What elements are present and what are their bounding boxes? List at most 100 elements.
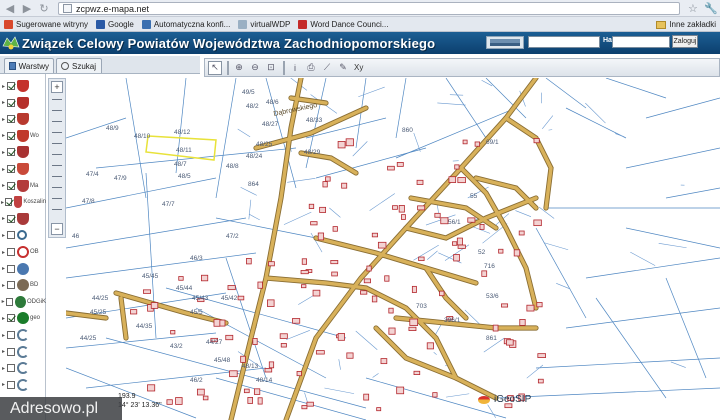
layer-item[interactable]: ▸ bbox=[0, 144, 46, 160]
address-bar[interactable]: zcpwz.e-mapa.net bbox=[58, 2, 680, 15]
layer-checkbox[interactable] bbox=[7, 98, 15, 107]
pointer-icon[interactable]: ↖ bbox=[208, 60, 222, 75]
zoom-out-icon[interactable]: ⊖ bbox=[248, 61, 262, 75]
zoom-level-tick[interactable] bbox=[52, 165, 62, 166]
layer-item[interactable]: ▸ Ma bbox=[0, 178, 46, 194]
zoom-level-tick[interactable] bbox=[52, 209, 62, 210]
other-bookmarks[interactable]: Inne zakładki bbox=[656, 20, 716, 29]
expand-arrow-icon[interactable]: ▸ bbox=[0, 365, 7, 372]
expand-arrow-icon[interactable]: ▸ bbox=[0, 215, 7, 222]
layer-item[interactable]: ▸ Koszalin bbox=[0, 194, 46, 210]
layer-item[interactable]: ▸ bbox=[0, 161, 46, 177]
layer-item[interactable]: ▸ bbox=[0, 227, 46, 243]
expand-arrow-icon[interactable]: ▸ bbox=[0, 232, 7, 239]
layer-checkbox[interactable] bbox=[7, 131, 15, 140]
bookmark-item[interactable]: Automatyczna konfi... bbox=[141, 19, 230, 29]
forward-icon[interactable]: ▶ bbox=[20, 1, 34, 15]
zoom-in-button[interactable]: + bbox=[51, 81, 63, 93]
layer-item[interactable]: ▸ bbox=[0, 360, 46, 376]
back-icon[interactable]: ◀ bbox=[3, 1, 17, 15]
layer-item[interactable]: ▸ Wo bbox=[0, 128, 46, 144]
layer-checkbox[interactable] bbox=[7, 380, 15, 389]
zoom-level-tick[interactable] bbox=[52, 154, 62, 155]
zoom-in-icon[interactable]: ⊕ bbox=[232, 61, 246, 75]
layer-checkbox[interactable] bbox=[7, 314, 15, 323]
layer-checkbox[interactable] bbox=[7, 231, 15, 240]
layer-checkbox[interactable] bbox=[7, 148, 15, 157]
expand-arrow-icon[interactable]: ▸ bbox=[0, 182, 7, 189]
layer-checkbox[interactable] bbox=[7, 82, 15, 90]
bookmark-item[interactable]: Sugerowane witryny bbox=[4, 19, 88, 29]
expand-arrow-icon[interactable]: ▸ bbox=[0, 332, 7, 339]
expand-arrow-icon[interactable]: ▸ bbox=[0, 99, 7, 106]
zoom-level-tick[interactable] bbox=[52, 99, 62, 100]
password-input[interactable] bbox=[612, 36, 670, 48]
wrench-icon[interactable]: 🔧 bbox=[704, 2, 718, 15]
layer-item[interactable]: ▸ bbox=[0, 377, 46, 393]
zoom-level-tick[interactable] bbox=[52, 187, 62, 188]
expand-arrow-icon[interactable]: ▸ bbox=[0, 265, 7, 272]
expand-arrow-icon[interactable]: ▸ bbox=[0, 381, 7, 388]
bookmark-item[interactable]: Word Dance Counci... bbox=[298, 19, 388, 29]
layer-item[interactable]: ▸ bbox=[0, 111, 46, 127]
expand-arrow-icon[interactable]: ▸ bbox=[0, 249, 7, 256]
expand-arrow-icon[interactable]: ▸ bbox=[0, 132, 7, 139]
layer-checkbox[interactable] bbox=[7, 165, 15, 173]
map-canvas[interactable]: 48/9 48/10 48/12 48/11 48/7 48/5 47/4 47/9 47/8 4… bbox=[66, 78, 720, 420]
zoom-level-tick[interactable] bbox=[52, 176, 62, 177]
layer-checkbox[interactable] bbox=[7, 281, 15, 290]
pencil-icon[interactable]: ✎ bbox=[336, 61, 350, 75]
expand-arrow-icon[interactable]: ▸ bbox=[0, 116, 7, 123]
bookmark-item[interactable]: Google bbox=[96, 19, 134, 29]
map-view[interactable]: 48/9 48/10 48/12 48/11 48/7 48/5 47/4 47/9 47/8 4… bbox=[66, 78, 720, 420]
expand-arrow-icon[interactable]: ▸ bbox=[0, 149, 7, 156]
zoom-extent-icon[interactable]: ⊡ bbox=[264, 61, 278, 75]
layer-item[interactable]: ▸ bbox=[0, 327, 46, 343]
username-input[interactable] bbox=[528, 36, 600, 48]
bookmark-item[interactable]: virtualWDP bbox=[238, 19, 290, 29]
zoom-slider[interactable]: + − bbox=[48, 78, 66, 238]
layer-checkbox[interactable] bbox=[6, 297, 14, 306]
layer-checkbox[interactable] bbox=[7, 115, 15, 124]
parcel-boundary bbox=[545, 78, 587, 109]
expand-arrow-icon[interactable]: ▸ bbox=[0, 282, 7, 289]
reload-icon[interactable]: ↻ bbox=[37, 1, 51, 15]
layer-checkbox[interactable] bbox=[7, 347, 15, 356]
layer-item[interactable]: ▸ ODGiK bbox=[0, 294, 46, 310]
layer-item[interactable]: ▸ bbox=[0, 211, 46, 227]
layer-checkbox[interactable] bbox=[7, 214, 15, 223]
expand-arrow-icon[interactable]: ▸ bbox=[0, 83, 7, 90]
zoom-level-tick[interactable] bbox=[52, 110, 62, 111]
expand-arrow-icon[interactable]: ▸ bbox=[0, 348, 7, 355]
layer-item[interactable]: ▸ BD bbox=[0, 277, 46, 293]
measure-icon[interactable]: ⟋ bbox=[320, 61, 334, 75]
building bbox=[253, 388, 261, 395]
layer-checkbox[interactable] bbox=[7, 331, 15, 339]
layer-checkbox[interactable] bbox=[5, 198, 12, 207]
layer-item[interactable]: ▸ bbox=[0, 95, 46, 111]
print-icon[interactable]: ⎙ bbox=[304, 61, 318, 75]
tab-layers[interactable]: Warstwy bbox=[4, 58, 54, 73]
layer-item[interactable]: ▸ bbox=[0, 261, 46, 277]
layer-checkbox[interactable] bbox=[7, 364, 15, 373]
layer-item[interactable]: ▸ geo bbox=[0, 310, 46, 326]
layer-item[interactable]: ▸ bbox=[0, 344, 46, 360]
zoom-out-button[interactable]: − bbox=[51, 223, 63, 235]
expand-arrow-icon[interactable]: ▸ bbox=[0, 315, 7, 322]
bookmark-star-icon[interactable]: ☆ bbox=[688, 2, 698, 15]
zoom-level-tick[interactable] bbox=[52, 198, 62, 199]
login-button[interactable]: Zaloguj bbox=[672, 35, 698, 48]
layer-checkbox[interactable] bbox=[7, 264, 15, 273]
expand-arrow-icon[interactable]: ▸ bbox=[0, 166, 7, 173]
zoom-level-tick[interactable] bbox=[52, 143, 62, 144]
layer-checkbox[interactable] bbox=[7, 181, 15, 190]
layer-item[interactable]: ▸ bbox=[0, 78, 46, 94]
zoom-level-tick[interactable] bbox=[52, 121, 62, 122]
zoom-level-tick[interactable] bbox=[52, 132, 62, 133]
building bbox=[518, 230, 525, 236]
info-icon[interactable]: i bbox=[288, 61, 302, 75]
coordinates-button[interactable]: Xy bbox=[354, 63, 363, 72]
layer-item[interactable]: ▸ OB bbox=[0, 244, 46, 260]
tab-search[interactable]: Szukaj bbox=[56, 58, 102, 73]
layer-checkbox[interactable] bbox=[7, 248, 15, 256]
